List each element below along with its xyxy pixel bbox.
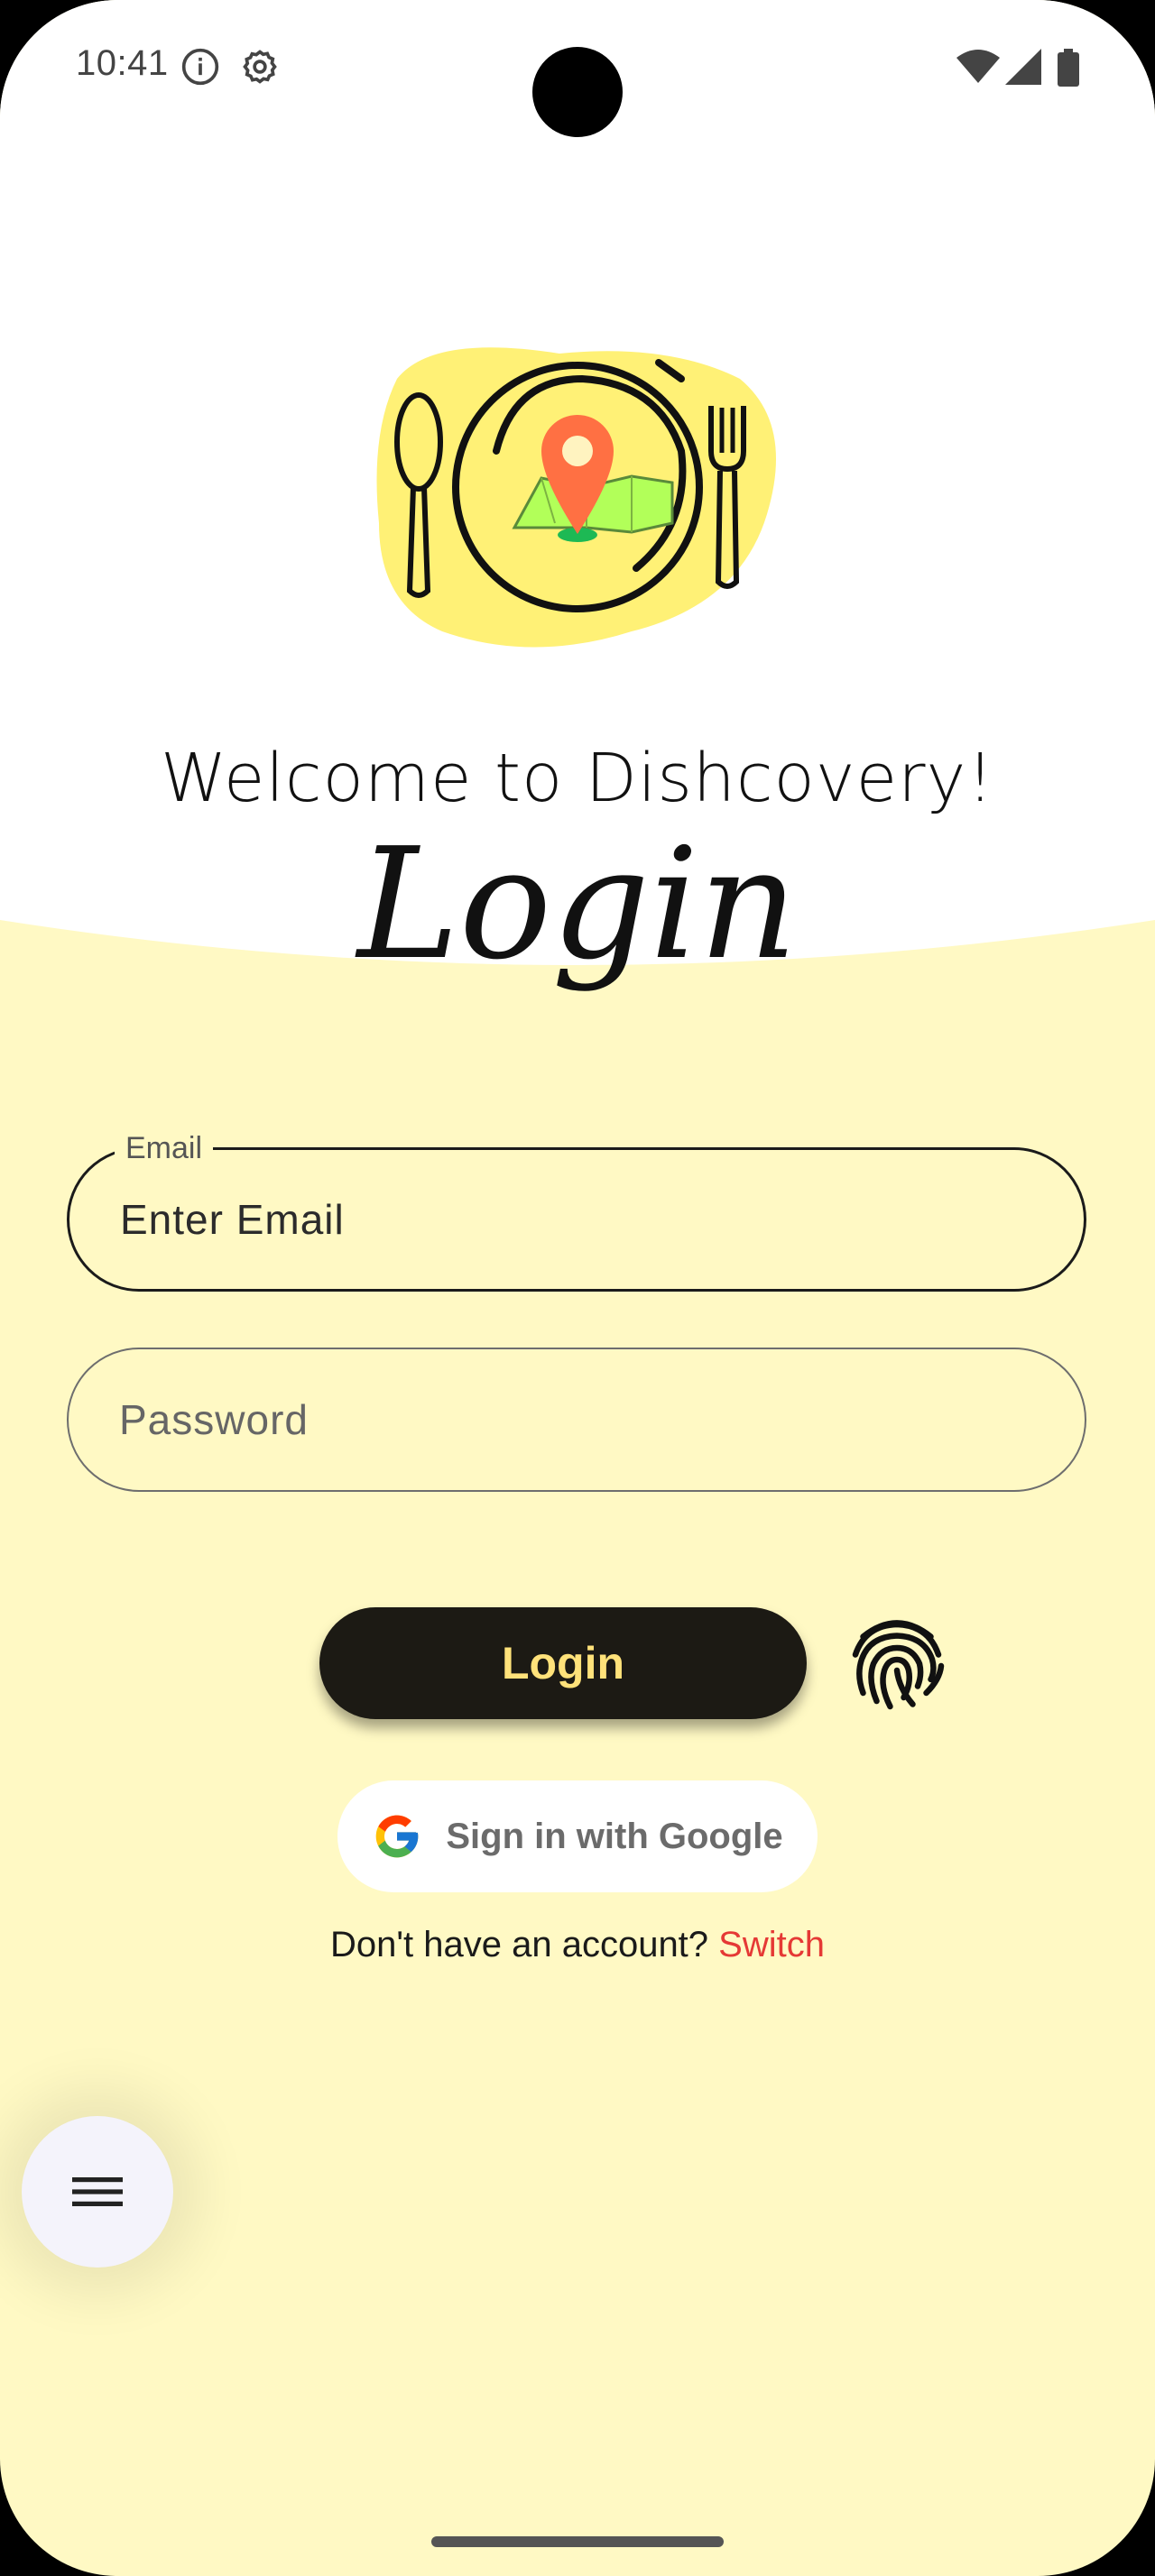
app-screen: 10:41 Welcome to Dishcovery! Login Email… [0, 0, 1155, 2576]
google-sign-in-button[interactable]: Sign in with Google [337, 1780, 818, 1892]
home-indicator[interactable] [431, 2536, 724, 2547]
signup-prompt-row: Don't have an account? Switch [0, 1925, 1155, 1965]
welcome-text: Welcome to Dishcovery! [161, 740, 994, 817]
battery-icon [1058, 49, 1079, 87]
login-button[interactable]: Login [319, 1607, 807, 1719]
camera-cutout [532, 47, 623, 137]
signup-prompt: Don't have an account? [330, 1925, 709, 1964]
google-button-label: Sign in with Google [446, 1816, 783, 1856]
switch-link[interactable]: Switch [718, 1925, 825, 1964]
status-time: 10:41 [76, 43, 169, 83]
app-logo [376, 347, 776, 648]
settings-icon [243, 50, 277, 84]
menu-fab-button[interactable] [22, 2116, 173, 2268]
signal-icon [1005, 49, 1041, 85]
password-field[interactable]: Password [67, 1348, 1086, 1492]
info-icon [181, 48, 219, 86]
page-title: Login [357, 815, 798, 994]
hamburger-menu-icon [72, 2177, 123, 2206]
fingerprint-icon[interactable] [843, 1605, 951, 1717]
wifi-icon [956, 50, 1000, 83]
email-field[interactable]: Email Enter Email [67, 1130, 1086, 1292]
email-input-text[interactable]: Enter Email [120, 1150, 345, 1289]
google-logo-icon [376, 1815, 419, 1858]
password-placeholder[interactable]: Password [119, 1349, 309, 1490]
